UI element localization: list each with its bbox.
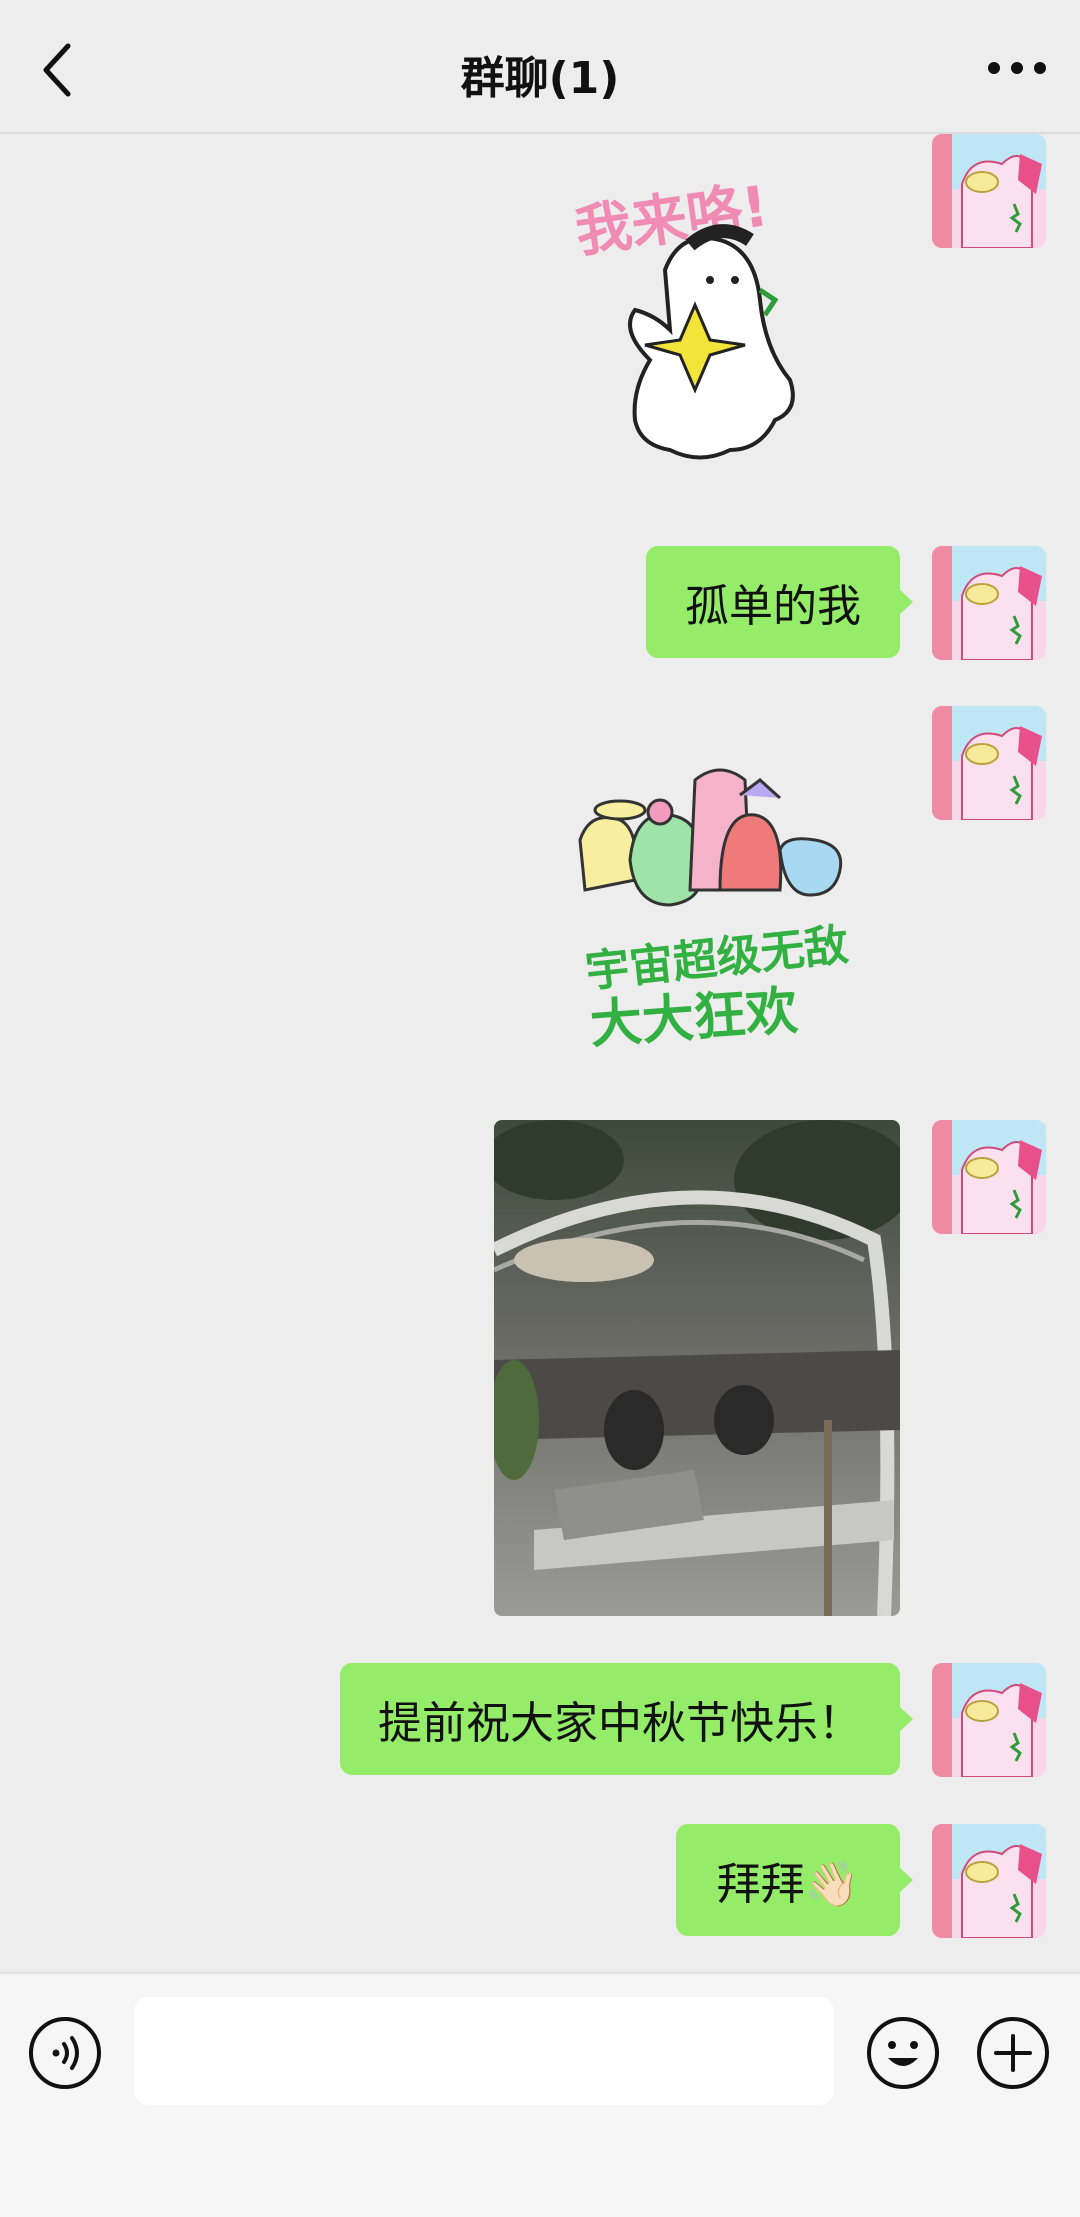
emoji-icon	[867, 2017, 939, 2089]
cafe-photo[interactable]	[494, 1120, 900, 1616]
plus-button[interactable]	[976, 2016, 1050, 2094]
avatar[interactable]	[932, 134, 1046, 248]
message-bubble[interactable]: 孤单的我	[646, 546, 913, 658]
avatar[interactable]	[932, 1120, 1046, 1234]
avatar[interactable]	[932, 1824, 1046, 1938]
emoji-button[interactable]	[866, 2016, 940, 2094]
more-button[interactable]	[982, 48, 1052, 88]
message-bubble[interactable]: 提前祝大家中秋节快乐！	[340, 1663, 913, 1775]
ghost-sticker[interactable]: 我来咯!	[560, 150, 840, 480]
message-text: 拜拜👋🏻	[716, 1859, 860, 1910]
message-text: 提前祝大家中秋节快乐！	[378, 1698, 862, 1749]
more-dots-icon	[988, 62, 1046, 74]
chat-header: 群聊(1)	[0, 0, 1080, 134]
input-bar	[0, 1972, 1080, 2217]
party-sticker[interactable]: 宇宙超级无敌 大大狂欢	[570, 750, 870, 1070]
plus-icon	[977, 2017, 1049, 2089]
avatar[interactable]	[932, 1663, 1046, 1777]
avatar[interactable]	[932, 546, 1046, 660]
message-bubble[interactable]: 拜拜👋🏻	[676, 1824, 913, 1936]
chat-title: 群聊(1)	[460, 53, 620, 104]
message-text: 孤单的我	[685, 581, 861, 632]
message-input[interactable]	[134, 1997, 834, 2105]
voice-button[interactable]	[28, 2016, 102, 2094]
voice-icon	[29, 2017, 101, 2089]
avatar[interactable]	[932, 706, 1046, 820]
